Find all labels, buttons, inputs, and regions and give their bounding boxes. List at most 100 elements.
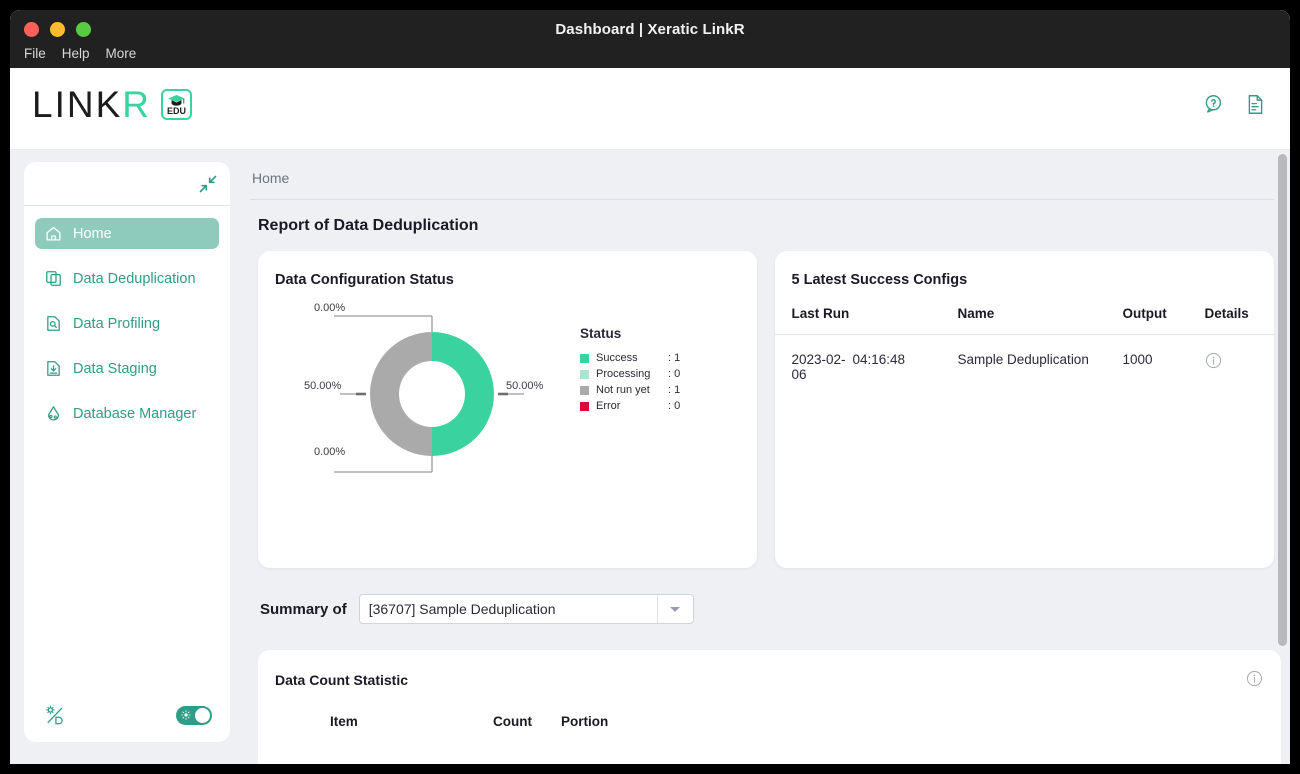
document-icon[interactable] — [1245, 94, 1266, 115]
summary-label: Summary of — [260, 600, 347, 618]
menu-file[interactable]: File — [24, 46, 46, 61]
donut-label-top: 0.00% — [314, 302, 346, 314]
legend-item-processing: Processing : 0 — [580, 366, 680, 382]
app-logo[interactable]: LINKR EDU — [32, 86, 192, 123]
legend-swatch — [580, 369, 589, 379]
chevron-down-icon — [670, 606, 681, 612]
legend-item-error: Error : 0 — [580, 398, 680, 414]
logo-text: LINKR — [32, 86, 151, 123]
legend-swatch — [580, 353, 589, 363]
sun-icon — [181, 710, 191, 720]
page-title: Report of Data Deduplication — [258, 217, 479, 234]
sidebar-item-data-profiling[interactable]: Data Profiling — [35, 308, 219, 339]
status-legend: Status Success : 1 Processing : 0 Not ru… — [580, 326, 680, 414]
info-icon[interactable] — [1246, 670, 1263, 687]
theme-switch[interactable] — [176, 705, 212, 725]
cell-output: 1000 — [1122, 352, 1153, 367]
sidebar-item-label: Data Profiling — [73, 315, 161, 332]
logo-accent: R — [122, 84, 151, 125]
sidebar-header — [24, 162, 230, 206]
cell-time: 04:16:48 — [852, 352, 906, 367]
column-time — [852, 306, 958, 335]
header-icon-group — [1202, 94, 1266, 115]
edu-label: EDU — [166, 105, 186, 116]
cell-details — [1205, 335, 1275, 383]
copy-icon — [46, 271, 61, 286]
window-title: Dashboard | Xeratic LinkR — [555, 21, 745, 38]
app-body: Home Data Deduplication Data Profiling D… — [10, 150, 1290, 764]
sidebar-item-data-staging[interactable]: Data Staging — [35, 353, 219, 384]
legend-label: Success — [596, 352, 638, 364]
app-header: LINKR EDU — [10, 68, 1290, 150]
legend-swatch — [580, 401, 589, 411]
menu-help[interactable]: Help — [62, 46, 90, 61]
column-count: Count — [493, 714, 532, 729]
column-item: Item — [330, 714, 358, 729]
legend-title: Status — [580, 326, 622, 341]
main-content: Home Report of Data Deduplication Data C… — [230, 150, 1290, 764]
column-last-run: Last Run — [774, 306, 853, 335]
graduation-cap-icon — [168, 94, 185, 106]
home-icon — [46, 226, 61, 241]
sidebar-item-label: Data Staging — [73, 360, 157, 377]
donut-label-bottom: 0.00% — [314, 446, 346, 458]
sidebar-item-label: Data Deduplication — [73, 270, 196, 287]
donut-label-right: 50.00% — [506, 380, 544, 392]
sidebar-nav: Home Data Deduplication Data Profiling D… — [24, 206, 230, 429]
summary-row: Summary of [36707] Sample Deduplication — [250, 568, 1274, 624]
column-name: Name — [957, 306, 1123, 335]
legend-value: : 1 — [668, 352, 681, 364]
status-donut-chart: 0.00% 50.00% 50.00% 0.00% Status Success… — [258, 288, 757, 518]
edu-badge: EDU — [161, 89, 192, 120]
menubar: File Help More — [24, 46, 136, 61]
database-icon — [47, 406, 60, 421]
column-output: Output — [1122, 306, 1205, 335]
app-window: Dashboard | Xeratic LinkR File Help More… — [10, 10, 1290, 764]
column-portion: Portion — [561, 714, 609, 729]
file-import-icon — [47, 361, 60, 376]
data-count-statistic-card: Data Count Statistic Item Count Portion — [258, 650, 1281, 764]
sidebar-item-label: Database Manager — [73, 405, 197, 422]
legend-item-success: Success : 1 — [580, 350, 680, 366]
sidebar-footer — [24, 694, 230, 742]
card-title: Data Configuration Status — [275, 272, 454, 288]
donut-label-left: 50.00% — [304, 380, 342, 392]
legend-value: : 0 — [668, 368, 681, 380]
switch-knob — [195, 707, 210, 723]
file-search-icon — [47, 316, 60, 331]
summary-select-value: [36707] Sample Deduplication — [368, 601, 556, 617]
legend-value: : 0 — [668, 400, 681, 412]
cell-name: Sample Deduplication — [957, 352, 1089, 367]
window-titlebar: Dashboard | Xeratic LinkR File Help More — [10, 10, 1290, 68]
column-details: Details — [1204, 306, 1274, 335]
menu-more[interactable]: More — [106, 46, 137, 61]
page-scrollbar[interactable] — [1278, 154, 1287, 646]
sidebar-item-home[interactable]: Home — [35, 218, 219, 249]
legend-swatch — [580, 385, 589, 395]
summary-select[interactable]: [36707] Sample Deduplication — [358, 594, 694, 624]
card-title: Data Count Statistic — [275, 672, 409, 688]
latest-success-configs-card: 5 Latest Success Configs Last Run Name O… — [774, 251, 1275, 568]
card-title: 5 Latest Success Configs — [791, 272, 968, 288]
cards-row: Data Configuration Status 0.00% 50.00% 5… — [250, 235, 1274, 568]
sidebar-item-database-manager[interactable]: Database Manager — [35, 398, 219, 429]
sidebar: Home Data Deduplication Data Profiling D… — [24, 162, 230, 742]
info-icon[interactable] — [1205, 352, 1222, 369]
legend-item-not-run-yet: Not run yet : 1 — [580, 382, 680, 398]
legend-label: Error — [596, 400, 621, 412]
sidebar-item-label: Home — [73, 225, 112, 242]
donut-svg — [334, 315, 524, 473]
summary-select-arrow[interactable] — [656, 595, 693, 623]
sidebar-item-data-deduplication[interactable]: Data Deduplication — [35, 263, 219, 294]
statistic-table-header: Item Count Portion — [258, 688, 1281, 729]
table-header-row: Last Run Name Output Details — [774, 306, 1274, 335]
data-configuration-status-card: Data Configuration Status 0.00% 50.00% 5… — [258, 251, 757, 568]
legend-label: Not run yet — [596, 384, 650, 396]
logo-main: LINK — [32, 84, 123, 125]
help-icon[interactable] — [1202, 94, 1223, 115]
theme-toggle-icon[interactable] — [44, 704, 66, 726]
configs-table: Last Run Name Output Details 2023-02-06 … — [774, 306, 1275, 383]
breadcrumb[interactable]: Home — [250, 150, 1274, 200]
cell-date: 2023-02-06 — [791, 352, 846, 382]
collapse-icon[interactable] — [198, 174, 218, 194]
